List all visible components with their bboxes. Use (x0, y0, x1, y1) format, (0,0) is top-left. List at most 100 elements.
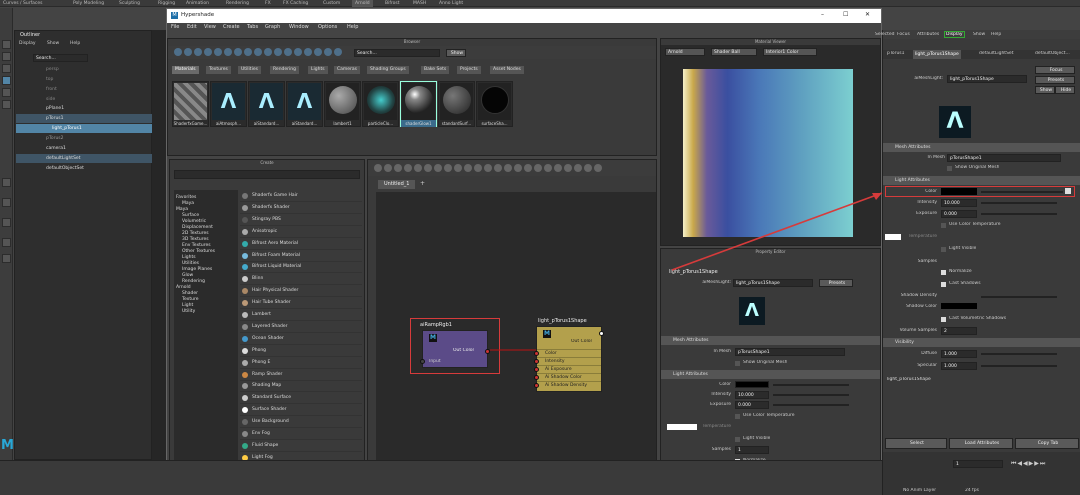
material-swatch-selected[interactable]: shaderGlow1 (400, 81, 437, 127)
shelf-tab[interactable]: Rigging (155, 0, 178, 7)
graph-tool-icon[interactable] (404, 164, 412, 172)
menu-tabs[interactable]: Tabs (247, 24, 258, 30)
type-field[interactable]: light_pTorus1Shape (733, 279, 813, 287)
menu-create[interactable]: Create (223, 24, 240, 30)
toolbar-icon[interactable] (314, 48, 322, 56)
outliner-menu-display[interactable]: Display (19, 40, 36, 47)
select-button[interactable]: Select (885, 438, 947, 449)
select-tool-icon[interactable] (2, 40, 11, 49)
outliner-item[interactable]: defaultLightSet (16, 154, 152, 163)
graph-tool-icon[interactable] (494, 164, 502, 172)
browser-show-button[interactable]: Show (446, 49, 466, 57)
diffuse-slider[interactable] (981, 353, 1057, 355)
graph-tool-icon[interactable] (434, 164, 442, 172)
browser-search-input[interactable]: Search... (354, 49, 440, 57)
menu-graph[interactable]: Graph (265, 24, 280, 30)
ae-menu[interactable]: Focus (897, 32, 910, 37)
toolbar-icon[interactable] (254, 48, 262, 56)
load-attributes-button[interactable]: Load Attributes (949, 438, 1013, 449)
lasso-tool-icon[interactable] (2, 52, 11, 61)
toolbar-icon[interactable] (244, 48, 252, 56)
outliner-item[interactable]: camera1 (16, 144, 152, 153)
shelf-tab[interactable]: Animation (183, 0, 212, 7)
outliner-item[interactable]: front (16, 85, 152, 94)
exposure-slider[interactable] (981, 213, 1057, 215)
section-mesh-attributes[interactable]: Mesh Attributes (883, 143, 1080, 152)
ae-tab-active[interactable]: light_pTorus1Shape (913, 50, 961, 59)
toolbar-icon[interactable] (284, 48, 292, 56)
in-mesh-field[interactable]: pTorusShape1 (735, 348, 845, 356)
attr-row[interactable]: Ai Exposure (537, 365, 601, 373)
shader-item[interactable]: Layered Shader (240, 321, 362, 333)
shader-item[interactable]: Anisotropic (240, 226, 362, 238)
graph-tool-icon[interactable] (584, 164, 592, 172)
toolbar-icon[interactable] (264, 48, 272, 56)
layout-icon[interactable] (2, 178, 11, 187)
color-slider[interactable] (981, 191, 1063, 193)
shelf-tab[interactable]: Anno Light (436, 0, 466, 7)
shader-item[interactable]: Bifrost Aero Material (240, 238, 362, 250)
shader-item[interactable]: Hair Physical Shader (240, 285, 362, 298)
outliner-item[interactable]: top (16, 75, 152, 84)
outliner-search-input[interactable]: Search... (33, 54, 88, 62)
shader-item[interactable]: Bifrost Liquid Material (240, 261, 362, 274)
material-swatch[interactable]: ShaderfxGame... (172, 81, 209, 127)
ae-tab[interactable]: pTorus1 (885, 51, 907, 56)
shelf-tab[interactable]: Bifrost (382, 0, 403, 7)
toolbar-icon[interactable] (174, 48, 182, 56)
map-button-icon[interactable] (1065, 188, 1071, 194)
graph-tool-icon[interactable] (454, 164, 462, 172)
graph-tool-icon[interactable] (384, 164, 392, 172)
shader-item[interactable]: Stingray PBS (240, 214, 362, 226)
specular-field[interactable]: 1.000 (941, 362, 977, 370)
tab-bake-sets[interactable]: Bake Sets (421, 66, 450, 74)
graph-tool-icon[interactable] (444, 164, 452, 172)
outliner-menu-help[interactable]: Help (70, 40, 80, 47)
current-frame-field[interactable]: 1 (953, 460, 1003, 468)
shader-item[interactable]: Ocean Shader (240, 333, 362, 345)
section-light-attributes[interactable]: Light Attributes (883, 176, 1080, 185)
graph-tool-icon[interactable] (574, 164, 582, 172)
menu-window[interactable]: Window (289, 24, 309, 30)
material-swatch[interactable]: surfaceSha... (476, 81, 513, 127)
cast-volumetric-checkbox[interactable] (941, 317, 946, 322)
graph-canvas[interactable]: aiRampRgb1 M Out Color Input light_pToru… (376, 192, 656, 494)
tab-materials[interactable]: Materials (172, 66, 199, 74)
tab-shading-groups[interactable]: Shading Groups (367, 66, 409, 74)
show-original-mesh-checkbox[interactable] (947, 166, 952, 171)
outliner-item[interactable]: side (16, 95, 152, 104)
toolbar-icon[interactable] (234, 48, 242, 56)
shelf-tab[interactable]: Custom (320, 0, 343, 7)
ae-tab[interactable]: defaultObject... (1033, 51, 1072, 56)
move-tool-icon[interactable] (2, 76, 11, 85)
shelf-tab[interactable]: Poly Modeling (70, 0, 107, 7)
outliner-menu-show[interactable]: Show (47, 40, 59, 47)
section-visibility[interactable]: Visibility (883, 338, 1080, 347)
ae-menu[interactable]: Show (973, 32, 985, 37)
scale-tool-icon[interactable] (2, 100, 11, 109)
toolbar-icon[interactable] (184, 48, 192, 56)
material-swatch[interactable]: standardSurf... (438, 81, 475, 127)
graph-tool-icon[interactable] (594, 164, 602, 172)
toolbar-icon[interactable] (214, 48, 222, 56)
shader-item[interactable]: Ramp Shader (240, 369, 362, 381)
exposure-slider[interactable] (773, 404, 849, 406)
graph-tool-icon[interactable] (524, 164, 532, 172)
material-swatch[interactable]: Λ aiStandard... (248, 81, 285, 127)
input-port[interactable] (534, 359, 539, 364)
light-visible-checkbox[interactable] (735, 437, 740, 442)
anim-layer-dropdown[interactable]: No Anim Layer (903, 488, 936, 493)
add-tab-button[interactable]: + (420, 180, 425, 187)
minimize-icon[interactable]: – (821, 11, 824, 18)
volume-samples-field[interactable]: 2 (941, 327, 977, 335)
outliner-item-selected[interactable]: light_pTorus1 (16, 124, 152, 133)
shader-item[interactable]: Env Fog (240, 428, 362, 440)
time-slider[interactable] (0, 460, 882, 495)
tab-textures[interactable]: Textures (206, 66, 231, 74)
outliner-item[interactable]: defaultObjectSet (16, 164, 152, 173)
material-swatch[interactable]: lambert1 (324, 81, 361, 127)
fps-dropdown[interactable]: 24 fps (965, 488, 979, 493)
toolbar-icon[interactable] (194, 48, 202, 56)
layout-icon[interactable] (2, 254, 11, 263)
graph-tool-icon[interactable] (534, 164, 542, 172)
